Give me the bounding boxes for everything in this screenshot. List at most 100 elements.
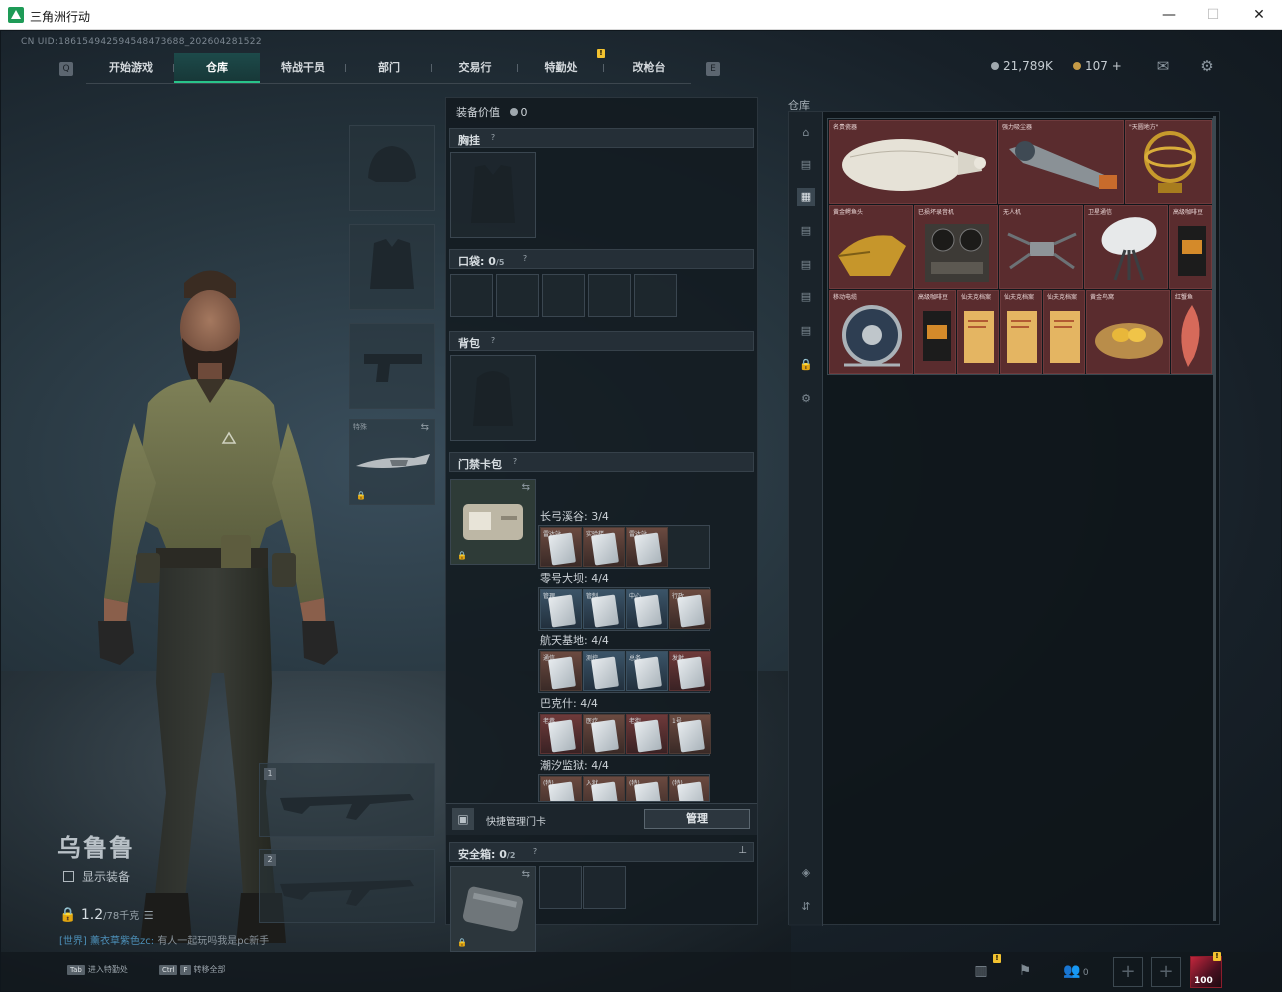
- storage-item[interactable]: 红蟹鱼: [1171, 290, 1212, 374]
- transfer-all-hint[interactable]: Ctrl F 转移全部: [159, 964, 226, 975]
- special-ops-hint[interactable]: Tab 进入特勤处: [67, 964, 128, 975]
- keycard[interactable]: (特): [669, 776, 709, 801]
- storage-item[interactable]: 黄金鳄鱼头: [829, 205, 913, 289]
- storage-page-1-icon[interactable]: ▤: [797, 156, 815, 174]
- keycard[interactable]: 管理: [540, 589, 582, 629]
- melee-slot[interactable]: 特殊 ⇆ 🔒: [349, 419, 435, 505]
- storage-item[interactable]: 高级咖啡豆: [914, 290, 956, 374]
- pin-icon[interactable]: ⊥: [738, 845, 747, 856]
- backpack-slot[interactable]: [450, 355, 536, 441]
- nav-next-key[interactable]: E: [706, 62, 720, 76]
- pistol-slot[interactable]: [349, 323, 435, 409]
- storage-item[interactable]: 移动电缆: [829, 290, 913, 374]
- storage-item[interactable]: 仙夫克档案: [1000, 290, 1042, 374]
- keycard[interactable]: 入狱: [583, 776, 625, 801]
- help-icon[interactable]: ?: [488, 336, 498, 346]
- keycard[interactable]: 通信: [540, 651, 582, 691]
- storage-item[interactable]: 强力吸尘器: [998, 120, 1124, 204]
- helmet-slot[interactable]: [349, 125, 435, 211]
- keycard[interactable]: 医疗: [583, 714, 625, 754]
- tab-start-game[interactable]: 开始游戏: [88, 53, 174, 83]
- safe-box-cell[interactable]: [583, 866, 626, 909]
- chest-rig-slot[interactable]: [450, 152, 536, 238]
- manage-button[interactable]: 管理: [644, 809, 750, 829]
- team-icon[interactable]: 👥 0: [1059, 960, 1093, 982]
- keycard[interactable]: 雷达站: [626, 527, 668, 567]
- flag-icon[interactable]: ⚑: [1013, 960, 1037, 982]
- pocket-slot[interactable]: [496, 274, 539, 317]
- keycard[interactable]: (特): [540, 776, 582, 801]
- storage-all-icon[interactable]: ⌂: [797, 124, 815, 142]
- primary-weapon-slot-2[interactable]: 2: [259, 849, 435, 923]
- keycard[interactable]: 管制: [583, 589, 625, 629]
- list-icon[interactable]: ☰: [144, 909, 154, 922]
- primary-weapon-slot-1[interactable]: 1: [259, 763, 435, 837]
- tab-special-ops[interactable]: 特勤处: [518, 53, 604, 83]
- chat-message: 有人一起玩吗我是pc新手: [157, 936, 270, 947]
- storage-item[interactable]: 高级咖啡豆: [1169, 205, 1212, 289]
- pocket-slot[interactable]: [634, 274, 677, 317]
- show-equipment-toggle[interactable]: 显示装备: [63, 868, 130, 885]
- storage-settings-icon[interactable]: ⚙: [797, 390, 815, 408]
- storage-item[interactable]: 卫星通信: [1084, 205, 1168, 289]
- keycard[interactable]: 老巷: [540, 714, 582, 754]
- safe-box-slot[interactable]: ⇆ 🔒: [450, 866, 536, 952]
- storage-item[interactable]: 仙夫克档案: [957, 290, 999, 374]
- storage-lock-icon[interactable]: 🔒: [797, 356, 815, 374]
- storage-page-5-icon[interactable]: ▤: [797, 288, 815, 306]
- storage-item[interactable]: 仙夫克档案: [1043, 290, 1085, 374]
- nav-prev-key[interactable]: Q: [59, 62, 73, 76]
- pocket-slot[interactable]: [588, 274, 631, 317]
- storage-item[interactable]: 无人机: [999, 205, 1083, 289]
- tab-warehouse[interactable]: 仓库: [174, 53, 260, 83]
- keycard[interactable]: 行政: [669, 589, 711, 629]
- storage-page-2-icon[interactable]: ▦: [797, 188, 815, 206]
- maximize-button[interactable]: ☐: [1190, 0, 1236, 30]
- storage-scrollbar[interactable]: [1213, 116, 1216, 921]
- storage-item[interactable]: 已损坏录音机: [914, 205, 998, 289]
- tab-operators[interactable]: 特战干员: [260, 53, 346, 83]
- item-name: 移动电缆: [833, 294, 858, 301]
- invite-slot-2-button[interactable]: +: [1151, 957, 1181, 987]
- keycard[interactable]: 发射: [669, 651, 711, 691]
- tab-department[interactable]: 部门: [346, 53, 432, 83]
- mail-icon[interactable]: ✉: [1154, 57, 1172, 75]
- storage-page-3-icon[interactable]: ▤: [797, 222, 815, 240]
- keycard[interactable]: 雷达站: [540, 527, 582, 567]
- keycard[interactable]: 实验楼: [583, 527, 625, 567]
- armor-slot[interactable]: [349, 224, 435, 310]
- settings-gear-icon[interactable]: ⚙: [1198, 57, 1216, 75]
- minimize-button[interactable]: —: [1146, 0, 1192, 30]
- pocket-slot[interactable]: [450, 274, 493, 317]
- keycard[interactable]: (特): [626, 776, 668, 801]
- keycard[interactable]: 中心: [626, 589, 668, 629]
- keycard[interactable]: 测控: [583, 651, 625, 691]
- swap-icon[interactable]: ⇆: [421, 422, 429, 433]
- help-icon[interactable]: ?: [520, 254, 530, 264]
- add-gold-button[interactable]: +: [1112, 59, 1122, 73]
- storage-item[interactable]: "天圆地方": [1125, 120, 1212, 204]
- help-icon[interactable]: ?: [530, 847, 540, 857]
- swap-icon[interactable]: ⇆: [522, 482, 530, 493]
- swap-icon[interactable]: ⇆: [522, 869, 530, 880]
- help-icon[interactable]: ?: [510, 457, 520, 467]
- close-button[interactable]: ✕: [1236, 0, 1282, 30]
- tab-trade[interactable]: 交易行: [432, 53, 518, 83]
- keycard[interactable]: 1号: [669, 714, 711, 754]
- tab-gunsmith[interactable]: 改枪台: [604, 53, 694, 83]
- stats-bar-chart-icon[interactable]: ▥: [969, 960, 993, 982]
- help-icon[interactable]: ?: [488, 133, 498, 143]
- invite-slot-1-button[interactable]: +: [1113, 957, 1143, 987]
- keycard[interactable]: 总务: [626, 651, 668, 691]
- keycard-case-slot[interactable]: ⇆ 🔒: [450, 479, 536, 565]
- storage-page-4-icon[interactable]: ▤: [797, 256, 815, 274]
- storage-item[interactable]: 名贵瓷器: [829, 120, 997, 204]
- chat-line[interactable]: [世界] 薰衣草紫色zc: 有人一起玩吗我是pc新手: [59, 932, 269, 947]
- safe-box-cell[interactable]: [539, 866, 582, 909]
- keycard[interactable]: 老街: [626, 714, 668, 754]
- pocket-slot[interactable]: [542, 274, 585, 317]
- storage-item[interactable]: 黄金鸟窝: [1086, 290, 1170, 374]
- storage-sort-icon[interactable]: ⇵: [797, 898, 815, 916]
- storage-layers-icon[interactable]: ◈: [797, 864, 815, 882]
- storage-page-6-icon[interactable]: ▤: [797, 322, 815, 340]
